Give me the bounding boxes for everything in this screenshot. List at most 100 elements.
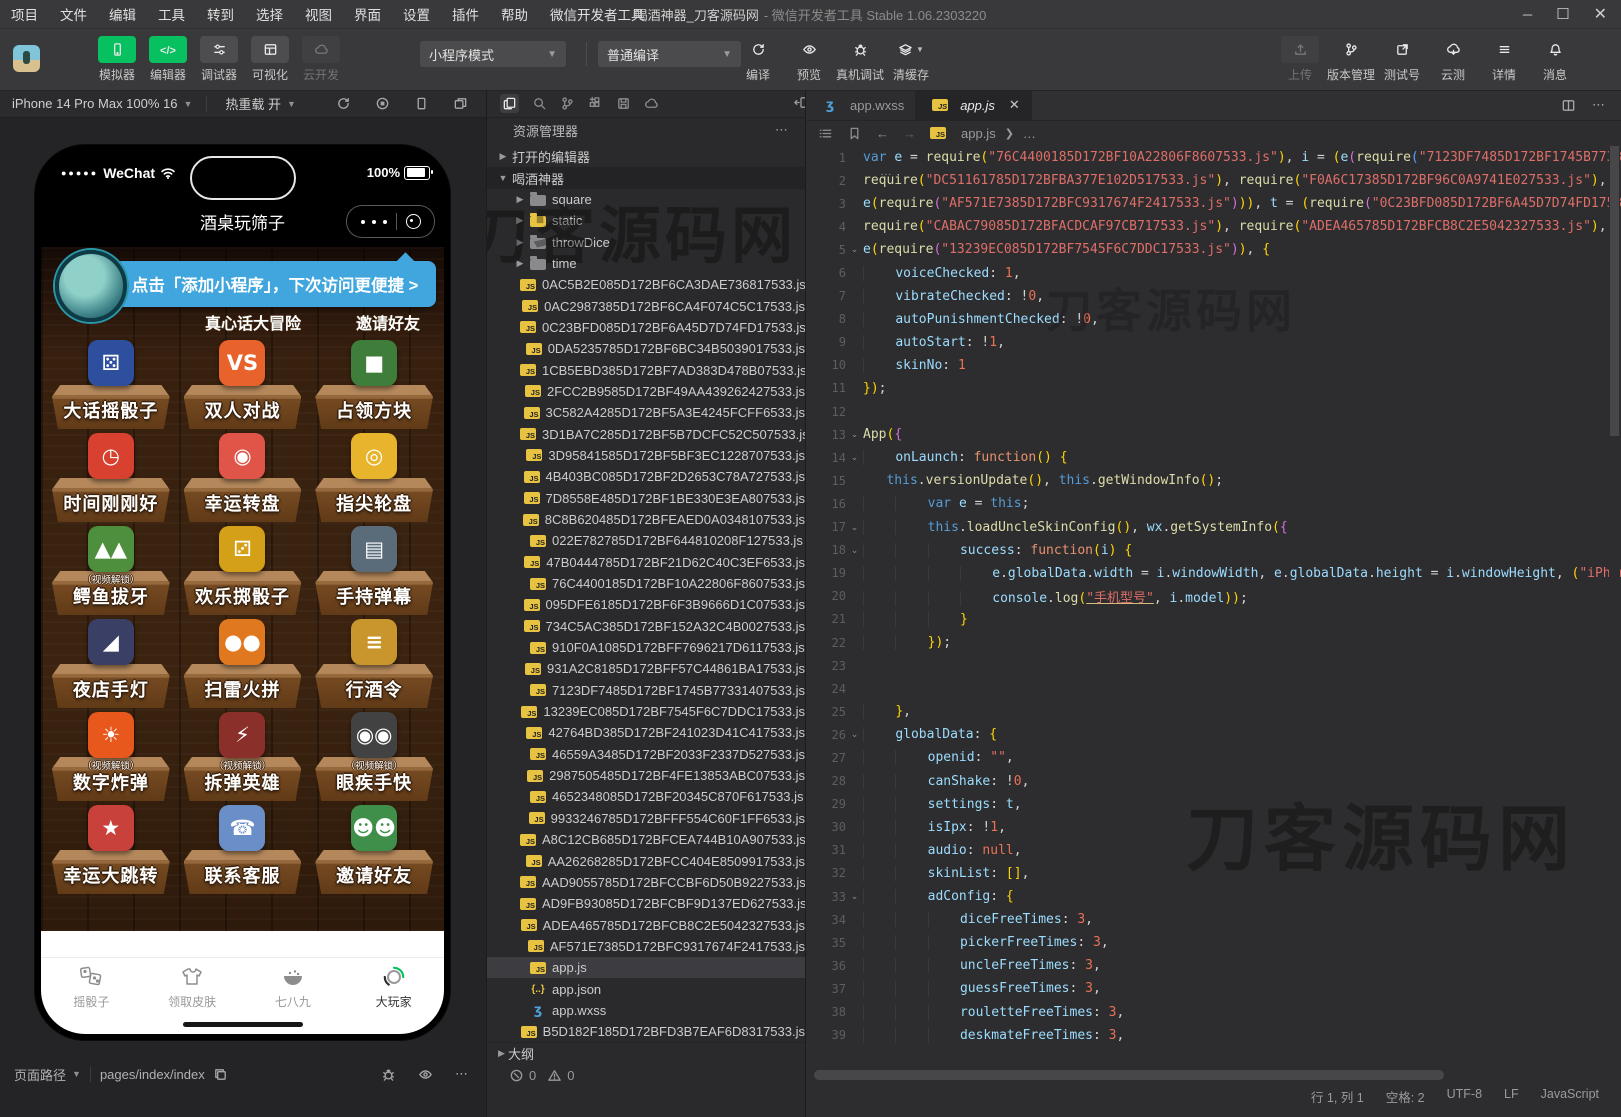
folder-row[interactable]: ▶square bbox=[487, 189, 805, 210]
code-line[interactable]: 29 settings: t, bbox=[806, 793, 1621, 816]
code-line[interactable]: 28 canShake: !0, bbox=[806, 770, 1621, 793]
device-frame-icon[interactable] bbox=[414, 96, 429, 111]
game-item[interactable]: ◷ 时间刚刚好 bbox=[45, 432, 177, 525]
toolbar-button-消息[interactable]: 消息 bbox=[1533, 36, 1577, 83]
file-row[interactable]: JS931A2C8185D172BFF57C44861BA17533.js bbox=[487, 658, 805, 679]
game-item[interactable]: ▲▲ （视频解锁） 鳄鱼拔牙 bbox=[45, 525, 177, 618]
fold-chevron-icon[interactable]: ⌄ bbox=[846, 545, 863, 556]
toolbar-button-测试号[interactable]: 测试号 bbox=[1380, 36, 1424, 83]
toolbar-button-清缓存[interactable]: ▼ 清缓存 bbox=[889, 36, 933, 83]
code-line[interactable]: 27 openid: "", bbox=[806, 746, 1621, 769]
code-line[interactable]: 23 bbox=[806, 654, 1621, 677]
toolbar-button-可视化[interactable]: 可视化 bbox=[248, 36, 292, 83]
file-row[interactable]: JS76C4400185D172BF10A22806F8607533.js bbox=[487, 573, 805, 594]
menu-item-编辑[interactable]: 编辑 bbox=[98, 4, 147, 24]
file-row[interactable]: JSA8C12CB685D172BFCEA744B10A907533.js bbox=[487, 829, 805, 850]
menu-item-插件[interactable]: 插件 bbox=[441, 4, 490, 24]
status-item[interactable]: JavaScript bbox=[1541, 1087, 1599, 1106]
code-line[interactable]: 32 skinList: [], bbox=[806, 862, 1621, 885]
file-row[interactable]: JS0C23BFD085D172BF6A45D7D74FD17533.js bbox=[487, 317, 805, 338]
menu-item-工具[interactable]: 工具 bbox=[147, 4, 196, 24]
breadcrumb-more[interactable]: … bbox=[1023, 126, 1036, 141]
menu-item-转到[interactable]: 转到 bbox=[196, 4, 245, 24]
game-item[interactable]: ●● 扫雷火拼 bbox=[177, 618, 309, 711]
file-row[interactable]: JSAA26268285D172BFCC404E8509917533.js bbox=[487, 850, 805, 871]
code-line[interactable]: 38 rouletteFreeTimes: 3, bbox=[806, 1000, 1621, 1023]
menu-item-界面[interactable]: 界面 bbox=[343, 4, 392, 24]
toolbar-button-模拟器[interactable]: 模拟器 bbox=[95, 36, 139, 83]
file-row[interactable]: JS0AC5B2E085D172BF6CA3DAE736817533.js bbox=[487, 274, 805, 295]
status-item[interactable]: 行 1, 列 1 bbox=[1311, 1087, 1364, 1106]
toolbar-button-版本管理[interactable]: 版本管理 bbox=[1329, 36, 1373, 83]
hot-reload-select[interactable]: 热重载 开▼ bbox=[213, 94, 304, 113]
fold-chevron-icon[interactable]: ⌄ bbox=[846, 429, 863, 440]
file-row[interactable]: JS8C8B620485D172BFEAED0A0348107533.js bbox=[487, 509, 805, 530]
minimize-button[interactable]: ─ bbox=[1523, 7, 1532, 22]
code-area[interactable]: 1 var e = require("76C4400185D172BF10A22… bbox=[806, 146, 1621, 1047]
record-icon[interactable] bbox=[375, 96, 390, 111]
mode-select[interactable]: 小程序模式▼ bbox=[420, 41, 566, 67]
code-line[interactable]: 30 isIpx: !1, bbox=[806, 816, 1621, 839]
game-item[interactable]: VS 双人对战 bbox=[177, 339, 309, 432]
code-line[interactable]: 22 }); bbox=[806, 631, 1621, 654]
fold-chevron-icon[interactable]: ⌄ bbox=[846, 729, 863, 740]
status-item[interactable]: LF bbox=[1504, 1087, 1519, 1106]
preview-toggle-icon[interactable] bbox=[418, 1067, 433, 1082]
code-line[interactable]: 24 bbox=[806, 677, 1621, 700]
problems-bar[interactable]: 0 0 bbox=[487, 1064, 806, 1086]
code-line[interactable]: 34 diceFreeTimes: 3, bbox=[806, 908, 1621, 931]
code-line[interactable]: 25 }, bbox=[806, 700, 1621, 723]
toolbar-button-预览[interactable]: 预览 bbox=[787, 36, 831, 83]
code-line[interactable]: 11 }); bbox=[806, 377, 1621, 400]
code-line[interactable]: 39 deskmateFreeTimes: 3, bbox=[806, 1024, 1621, 1047]
folder-row[interactable]: ▶time bbox=[487, 253, 805, 274]
menu-item-视图[interactable]: 视图 bbox=[294, 4, 343, 24]
menu-item-选择[interactable]: 选择 bbox=[245, 4, 294, 24]
outline-section[interactable]: ▶大纲 bbox=[487, 1042, 806, 1064]
code-line[interactable]: 37 guessFreeTimes: 3, bbox=[806, 977, 1621, 1000]
bookmark-icon[interactable] bbox=[847, 126, 862, 141]
file-row[interactable]: JSAAD9055785D172BFCCBF6D50B9227533.js bbox=[487, 872, 805, 893]
git-icon[interactable] bbox=[560, 96, 575, 111]
editor-tab-app.wxss[interactable]: ʒapp.wxss bbox=[806, 90, 916, 120]
file-row[interactable]: JS47B0444785D172BF21D62C40C3EF6533.js bbox=[487, 552, 805, 573]
game-item[interactable]: ⚂ 欢乐掷骰子 bbox=[177, 525, 309, 618]
file-row[interactable]: JS42764BD385D172BF241023D41C417533.js bbox=[487, 722, 805, 743]
extensions-icon[interactable] bbox=[588, 96, 603, 111]
code-line[interactable]: 2 require("DC51161785D172BFBA377E102D517… bbox=[806, 169, 1621, 192]
status-item[interactable]: UTF-8 bbox=[1447, 1087, 1482, 1106]
game-item[interactable]: ⚄ 大话摇骰子 bbox=[45, 339, 177, 432]
cloud-icon[interactable] bbox=[644, 96, 659, 111]
page-path-select[interactable]: 页面路径▼ bbox=[0, 1065, 81, 1084]
code-line[interactable]: 20 console.log("手机型号", i.model)); bbox=[806, 585, 1621, 608]
file-row[interactable]: JS022E782785D172BF644810208F127533.js bbox=[487, 530, 805, 551]
game-label[interactable]: 邀请好友 bbox=[356, 310, 420, 334]
toolbar-button-详情[interactable]: 详情 bbox=[1482, 36, 1526, 83]
code-line[interactable]: 3 e(require("AF571E7385D172BFC9317674F24… bbox=[806, 192, 1621, 215]
close-tab-icon[interactable]: ✕ bbox=[1009, 97, 1020, 113]
toolbar-button-编辑器[interactable]: </> 编辑器 bbox=[146, 36, 190, 83]
status-item[interactable]: 空格: 2 bbox=[1386, 1087, 1425, 1106]
menu-item-项目[interactable]: 项目 bbox=[0, 4, 49, 24]
file-row[interactable]: JSADEA465785D172BFCB8C2E5042327533.js bbox=[487, 914, 805, 935]
file-row[interactable]: JS4652348085D172BF20345C870F617533.js bbox=[487, 786, 805, 807]
file-row[interactable]: JSAD9FB93085D172BFCBF9D137ED627533.js bbox=[487, 893, 805, 914]
file-row[interactable]: JS734C5AC385D172BF152A32C4B0027533.js bbox=[487, 616, 805, 637]
toolbar-button-编译[interactable]: 编译 bbox=[736, 36, 780, 83]
editor-tab-app.js[interactable]: JSapp.js✕ bbox=[916, 90, 1032, 120]
file-row[interactable]: JS2FCC2B9585D172BF49AA439262427533.js bbox=[487, 381, 805, 402]
game-item[interactable]: ▤ 手持弹幕 bbox=[308, 525, 440, 618]
close-button[interactable]: ✕ bbox=[1594, 4, 1607, 24]
game-item[interactable]: ◎ 指尖轮盘 bbox=[308, 432, 440, 525]
toolbar-button-调试器[interactable]: 调试器 bbox=[197, 36, 241, 83]
file-row[interactable]: JSapp.js bbox=[487, 957, 805, 978]
fold-chevron-icon[interactable]: ⌄ bbox=[846, 452, 863, 463]
game-item[interactable]: ☎ 联系客服 bbox=[177, 804, 309, 897]
folder-row[interactable]: ▶static bbox=[487, 210, 805, 231]
game-label[interactable]: 真心话大冒险 bbox=[205, 310, 301, 334]
more-icon[interactable]: ⋯ bbox=[775, 122, 805, 138]
home-indicator[interactable] bbox=[183, 1022, 303, 1027]
file-row[interactable]: JS0AC2987385D172BF6CA4F074C5C17533.js bbox=[487, 295, 805, 316]
device-select[interactable]: iPhone 14 Pro Max 100% 16▼ bbox=[0, 96, 200, 111]
breadcrumb-file[interactable]: app.js bbox=[961, 126, 996, 141]
